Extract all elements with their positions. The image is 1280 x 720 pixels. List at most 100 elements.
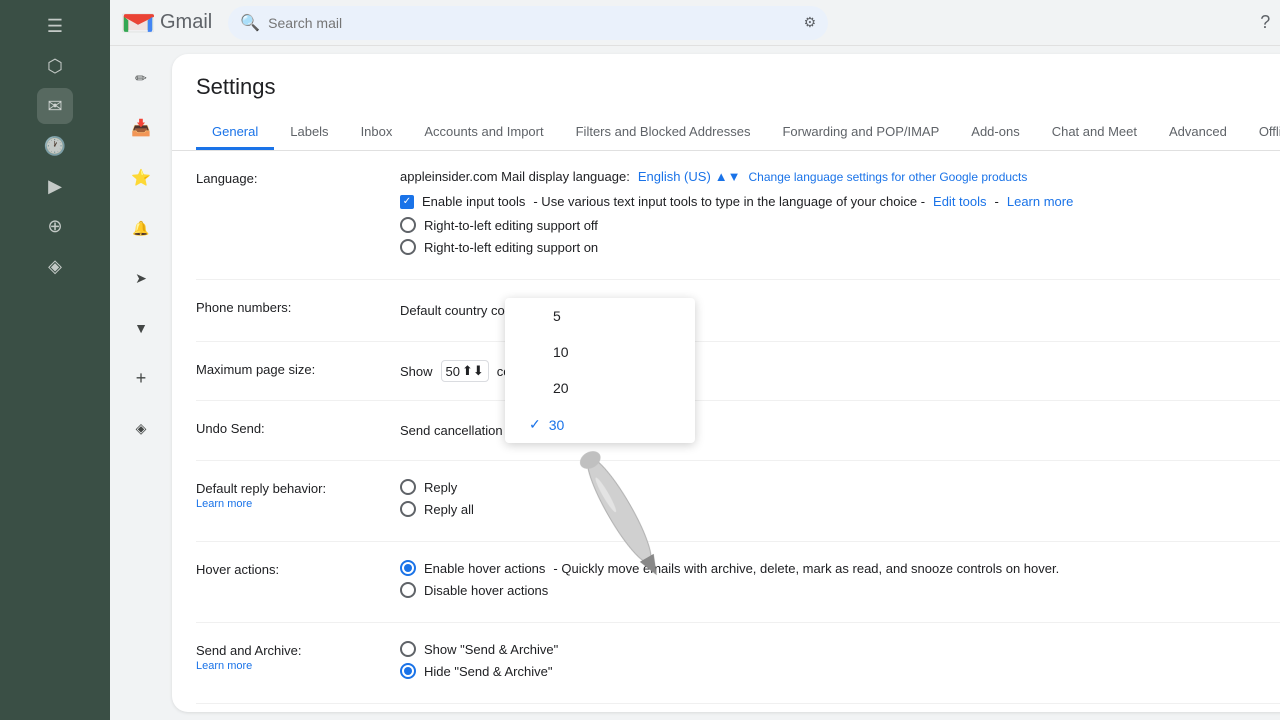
hide-send-archive-radio[interactable] xyxy=(400,663,416,679)
tab-general[interactable]: General xyxy=(196,116,274,150)
starred-nav-icon[interactable]: ⭐ xyxy=(117,154,165,202)
show-send-archive-label: Show "Send & Archive" xyxy=(424,642,558,657)
tab-accounts[interactable]: Accounts and Import xyxy=(408,116,559,150)
gmail-logo: Gmail xyxy=(122,11,212,34)
topbar-actions: ? ⚙ ⠿ Google C xyxy=(1247,5,1280,41)
page-size-select[interactable]: 50 ⬆⬇ xyxy=(441,360,489,382)
dropdown-item-5-label: 5 xyxy=(553,308,561,324)
cancellation-dropdown: 5 10 20 ✓ 30 xyxy=(505,298,695,443)
settings-row-page-size: Maximum page size: Show 50 ⬆⬇ conversati… xyxy=(196,342,1280,401)
hover-enable-radio[interactable] xyxy=(400,560,416,576)
reply-label-text: Default reply behavior: xyxy=(196,481,376,496)
edit-tools-link[interactable]: Edit tools xyxy=(933,194,986,209)
language-label: Language: xyxy=(196,169,376,186)
search-input[interactable] xyxy=(268,15,796,31)
send-archive-learn: Learn more xyxy=(196,660,376,672)
input-tools-row: ✓ Enable input tools - Use various text … xyxy=(400,194,1280,209)
language-selected: English (US) xyxy=(638,169,711,184)
dropdown-item-20[interactable]: 20 xyxy=(505,370,695,406)
tab-advanced[interactable]: Advanced xyxy=(1153,116,1243,150)
input-tools-checkbox[interactable]: ✓ xyxy=(400,195,414,209)
input-tools-label: Enable input tools xyxy=(422,194,525,209)
reply-control: Reply Reply all xyxy=(400,479,1280,523)
topbar: Gmail 🔍 ⚙ ? ⚙ ⠿ Google C xyxy=(110,0,1280,46)
language-select[interactable]: English (US) ▲▼ xyxy=(638,169,741,184)
tab-offline[interactable]: Offline xyxy=(1243,116,1280,150)
rtl-off-label: Right-to-left editing support off xyxy=(424,218,598,233)
undo-send-label: Undo Send: xyxy=(196,419,376,436)
language-change-link[interactable]: Change language settings for other Googl… xyxy=(749,170,1028,184)
search-icon: 🔍 xyxy=(240,13,260,33)
sidebar-extra-icon[interactable]: ◈ xyxy=(37,248,73,284)
sidebar-menu-icon[interactable]: ☰ xyxy=(37,8,73,44)
hover-disable-label: Disable hover actions xyxy=(424,583,548,598)
sidebar-mail-icon[interactable]: ✉ xyxy=(37,88,73,124)
reply-learn-link[interactable]: Learn more xyxy=(196,498,252,510)
dropdown-item-30-label: 30 xyxy=(549,417,565,433)
sidebar-arrow-icon[interactable]: ▶ xyxy=(37,168,73,204)
content-area: ✏ 📥 ⭐ 🔔 ➤ ▼ + ◈ Settings ⊟ General Label… xyxy=(110,46,1280,720)
sidebar-clock-icon[interactable]: 🕐 xyxy=(37,128,73,164)
gmail-left-nav: ✏ 📥 ⭐ 🔔 ➤ ▼ + ◈ xyxy=(110,46,172,720)
reply-all-radio[interactable] xyxy=(400,501,416,517)
dropdown-item-10[interactable]: 10 xyxy=(505,334,695,370)
settings-title: Settings xyxy=(196,74,1280,100)
hover-enable-option[interactable]: Enable hover actions - Quickly move emai… xyxy=(400,560,1280,576)
help-button[interactable]: ? xyxy=(1247,5,1280,41)
settings-row-send-archive: Send and Archive: Learn more Show "Send … xyxy=(196,623,1280,704)
reply-radio[interactable] xyxy=(400,479,416,495)
search-bar[interactable]: 🔍 ⚙ xyxy=(228,6,828,40)
hover-disable-option[interactable]: Disable hover actions xyxy=(400,582,1280,598)
sent-nav-icon[interactable]: ➤ xyxy=(117,254,165,302)
page-size-value: 50 xyxy=(446,364,460,379)
tab-inbox[interactable]: Inbox xyxy=(345,116,409,150)
language-domain: appleinsider.com Mail display language: xyxy=(400,169,630,184)
reply-learn-more: Learn more xyxy=(196,498,376,510)
show-send-archive-option[interactable]: Show "Send & Archive" xyxy=(400,641,1280,657)
rtl-on-radio[interactable] xyxy=(400,239,416,255)
snoozed-nav-icon[interactable]: 🔔 xyxy=(117,204,165,252)
page-size-label: Maximum page size: xyxy=(196,360,376,377)
inbox-nav-icon[interactable]: 📥 xyxy=(117,104,165,152)
hide-send-archive-label: Hide "Send & Archive" xyxy=(424,664,552,679)
reply-all-option[interactable]: Reply all xyxy=(400,501,1280,517)
hover-disable-radio[interactable] xyxy=(400,582,416,598)
settings-row-language: Language: appleinsider.com Mail display … xyxy=(196,151,1280,280)
sidebar-star-icon[interactable]: ⬡ xyxy=(37,48,73,84)
rtl-off-radio[interactable] xyxy=(400,217,416,233)
send-archive-learn-link[interactable]: Learn more xyxy=(196,660,252,672)
dropdown-item-30[interactable]: ✓ 30 xyxy=(505,406,695,443)
rtl-on-option[interactable]: Right-to-left editing support on xyxy=(400,239,1280,255)
reply-label-val: Reply xyxy=(424,480,457,495)
show-send-archive-radio[interactable] xyxy=(400,641,416,657)
tab-chat[interactable]: Chat and Meet xyxy=(1036,116,1153,150)
reply-all-label: Reply all xyxy=(424,502,474,517)
dropdown-item-30-check: ✓ xyxy=(529,416,541,433)
more-nav-icon[interactable]: ▼ xyxy=(117,304,165,352)
rtl-off-option[interactable]: Right-to-left editing support off xyxy=(400,217,1280,233)
hover-enable-desc: - Quickly move emails with archive, dele… xyxy=(553,561,1059,576)
search-filter-icon[interactable]: ⚙ xyxy=(804,14,817,31)
add-label-nav-icon[interactable]: + xyxy=(117,354,165,402)
settings-row-hover: Hover actions: Enable hover actions - Qu… xyxy=(196,542,1280,623)
language-dropdown-arrow[interactable]: ▲▼ xyxy=(715,169,741,184)
gmail-text: Gmail xyxy=(160,11,212,34)
sidebar-add-icon[interactable]: ⊕ xyxy=(37,208,73,244)
input-tools-learn-more[interactable]: Learn more xyxy=(1007,194,1073,209)
tab-addons[interactable]: Add-ons xyxy=(955,116,1035,150)
hide-send-archive-option[interactable]: Hide "Send & Archive" xyxy=(400,663,1280,679)
rtl-on-label: Right-to-left editing support on xyxy=(424,240,598,255)
extra-nav-icon[interactable]: ◈ xyxy=(117,404,165,452)
tab-forwarding[interactable]: Forwarding and POP/IMAP xyxy=(766,116,955,150)
tab-filters[interactable]: Filters and Blocked Addresses xyxy=(560,116,767,150)
app-sidebar: ☰ ⬡ ✉ 🕐 ▶ ⊕ ◈ xyxy=(0,0,110,720)
language-control: appleinsider.com Mail display language: … xyxy=(400,169,1280,261)
dropdown-item-5[interactable]: 5 xyxy=(505,298,695,334)
page-size-arrows[interactable]: ⬆⬇ xyxy=(462,363,484,379)
hover-label: Hover actions: xyxy=(196,560,376,577)
reply-option[interactable]: Reply xyxy=(400,479,1280,495)
send-archive-control: Show "Send & Archive" Hide "Send & Archi… xyxy=(400,641,1280,685)
phone-label: Phone numbers: xyxy=(196,298,376,315)
tab-labels[interactable]: Labels xyxy=(274,116,344,150)
compose-button[interactable]: ✏ xyxy=(117,54,165,102)
